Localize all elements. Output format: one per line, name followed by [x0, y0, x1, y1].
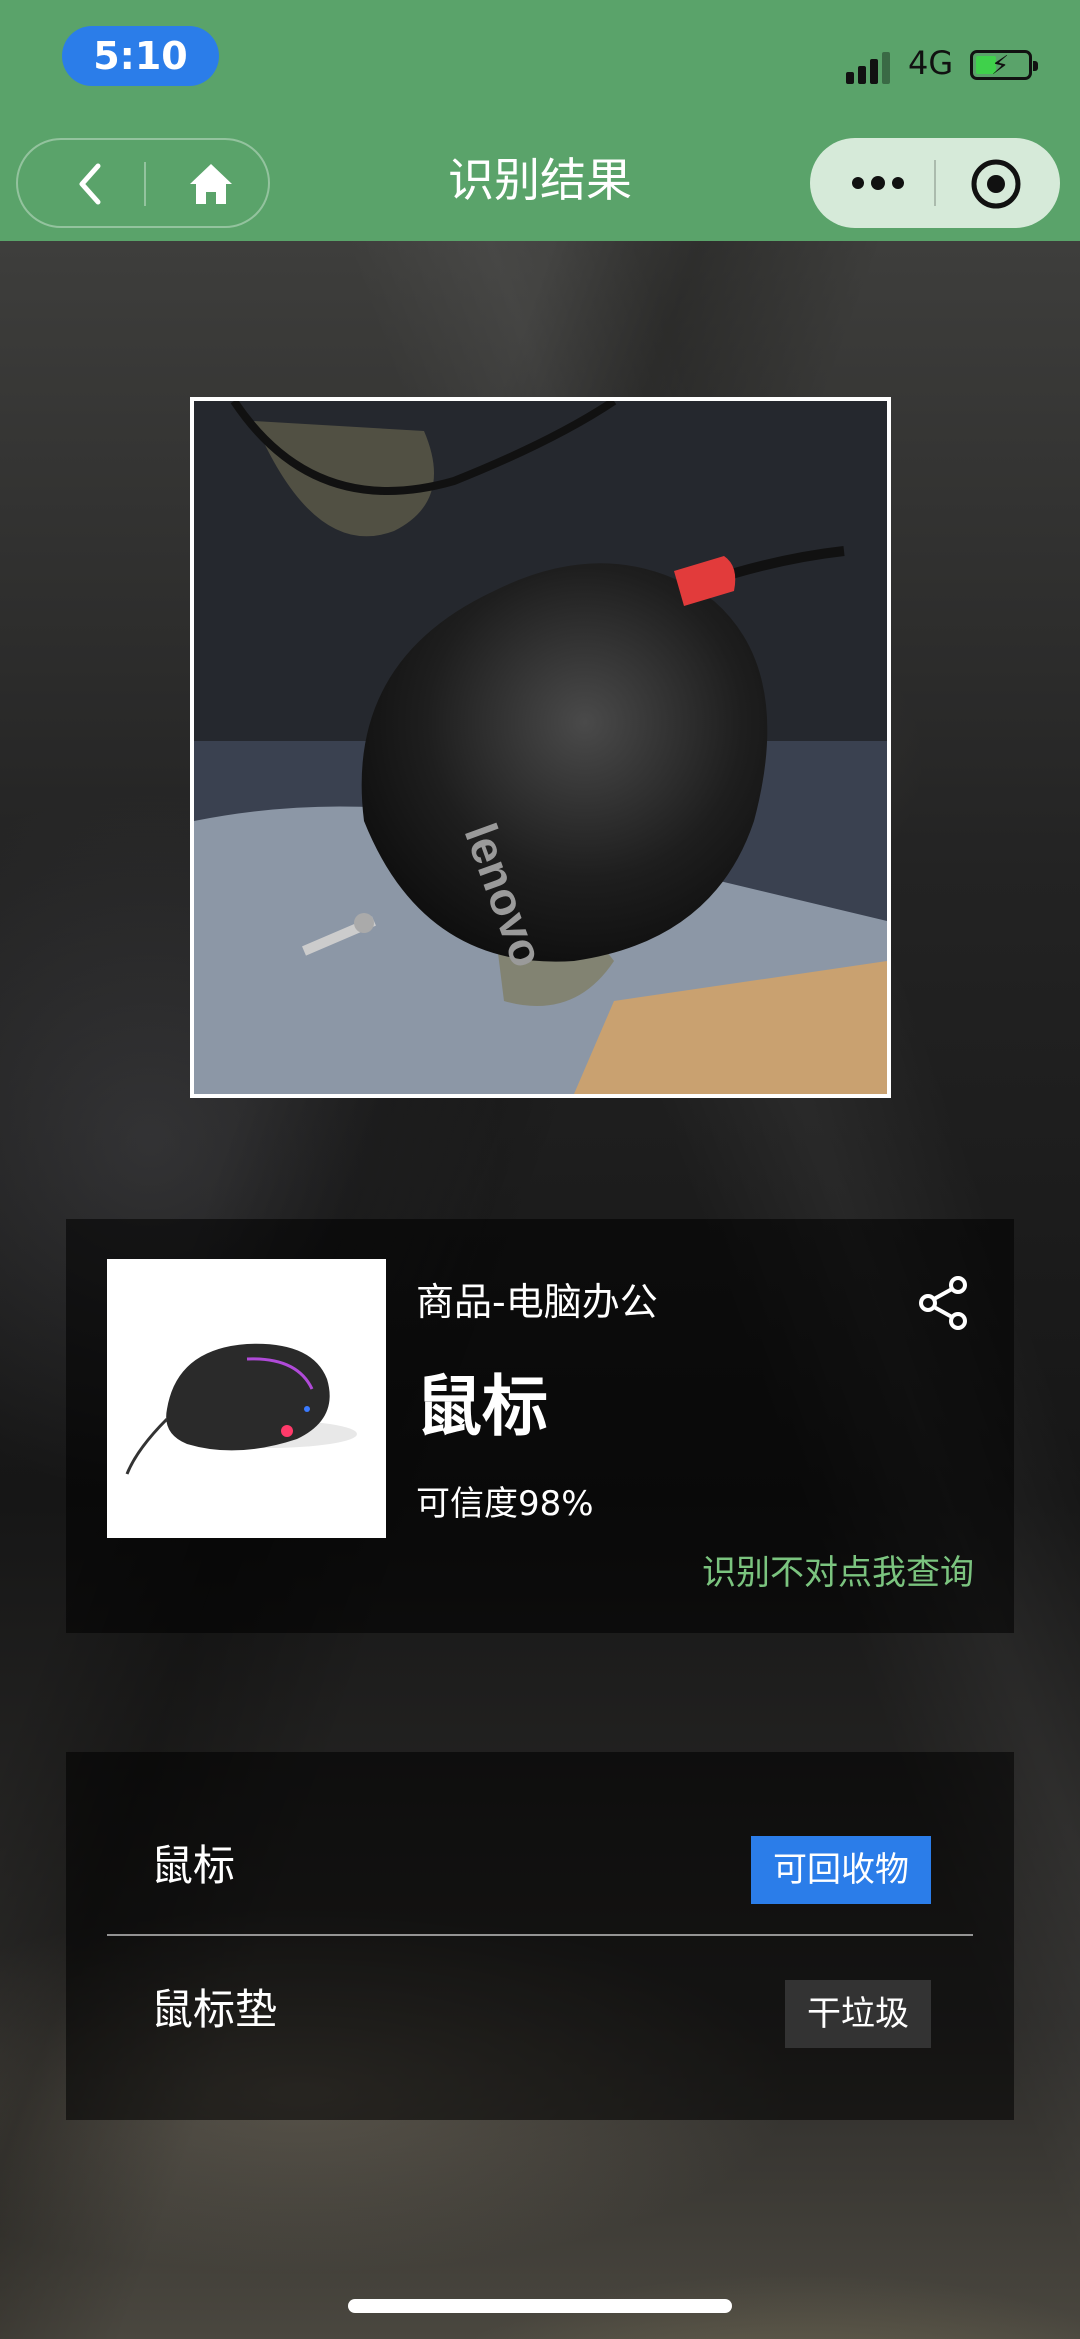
status-time: 5:10	[62, 26, 219, 86]
home-icon[interactable]	[186, 160, 236, 208]
list-item-label: 鼠标垫	[151, 1985, 278, 2034]
signal-icon	[846, 50, 894, 84]
recyclable-badge: 可回收物	[751, 1836, 931, 1904]
page-title: 识别结果	[448, 153, 632, 207]
more-icon[interactable]	[848, 168, 908, 198]
captured-photo: lenovo	[190, 397, 891, 1098]
dry-waste-badge: 干垃圾	[785, 1980, 931, 2048]
result-card: 商品-电脑办公 鼠标 可信度98% 识别不对点我查询	[66, 1219, 1014, 1633]
list-divider	[107, 1934, 973, 1936]
mouse-photo-illustration: lenovo	[194, 401, 887, 1094]
result-name: 鼠标	[416, 1368, 548, 1445]
result-thumbnail	[107, 1259, 386, 1538]
classification-list: 鼠标 可回收物 鼠标垫 干垃圾	[66, 1752, 1014, 2120]
nav-left-capsule	[16, 138, 270, 228]
list-item-label: 鼠标	[151, 1841, 236, 1890]
nav-right-capsule	[810, 138, 1060, 228]
status-bar: 5:10 4G ⚡	[0, 0, 1080, 120]
network-type: 4G	[908, 44, 954, 82]
home-indicator[interactable]	[348, 2299, 732, 2313]
back-icon[interactable]	[64, 156, 116, 212]
list-item[interactable]: 鼠标垫 干垃圾	[107, 1939, 973, 2081]
battery-icon: ⚡	[970, 50, 1038, 81]
close-target-icon[interactable]	[970, 158, 1022, 210]
nav-bar: 识别结果	[0, 120, 1080, 241]
result-confidence: 可信度98%	[416, 1484, 594, 1524]
query-link[interactable]: 识别不对点我查询	[702, 1545, 974, 1594]
share-icon[interactable]	[918, 1275, 970, 1331]
result-category: 商品-电脑办公	[416, 1280, 658, 1324]
list-item[interactable]: 鼠标 可回收物	[107, 1795, 973, 1937]
